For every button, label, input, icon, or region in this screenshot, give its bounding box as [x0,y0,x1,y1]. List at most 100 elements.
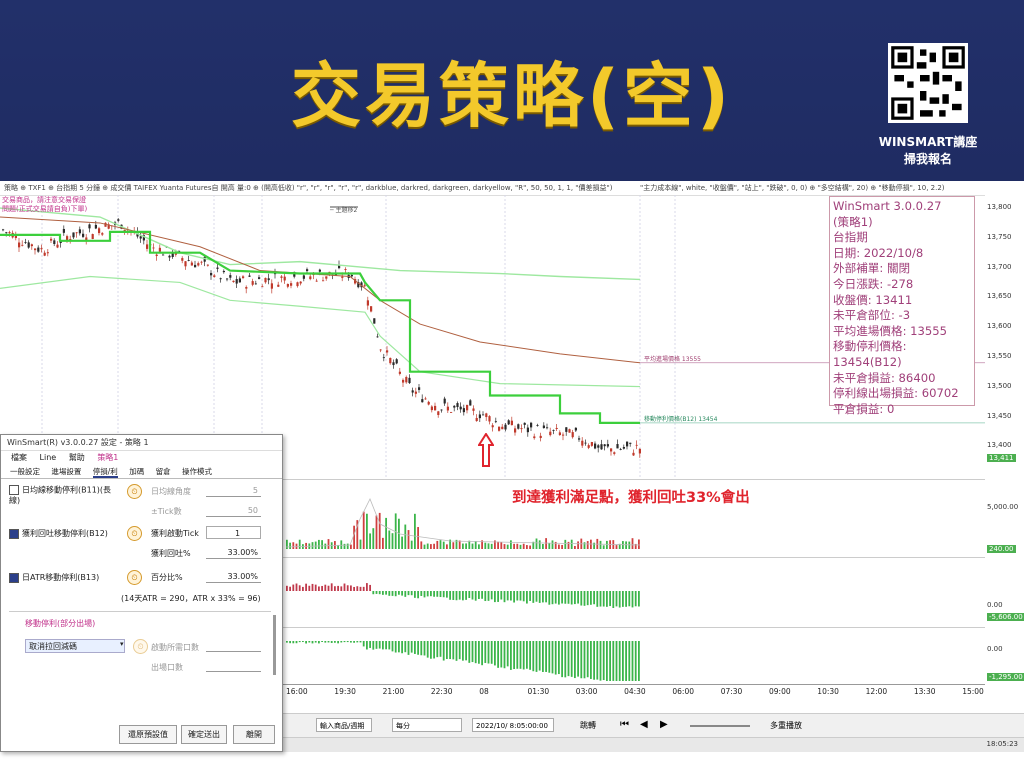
oscillator-bar [359,586,362,591]
row-b12[interactable]: 獲利回吐移動停利(B12) [9,528,108,539]
b11-tick-field[interactable]: 50 [206,504,261,517]
scrollbar-thumb[interactable] [273,615,276,675]
candle-body [88,224,91,229]
oscillator-bar [324,584,327,591]
oscillator-bar [449,591,451,600]
oscillator-bar [590,591,592,605]
row-b11[interactable]: 日均線移動停利(B11)(長線) [9,485,119,506]
menu-strategy[interactable]: 策略1 [97,453,118,462]
opt2-field[interactable] [206,659,261,672]
volume-axis: 5,000.00 240.00 [985,479,1024,555]
price-tick: 13,700 [987,262,1012,271]
jump-button[interactable]: 跳轉 [580,720,596,731]
candle-body [392,362,395,366]
oscillator-2-bar [590,641,592,679]
oscillator-bar [580,591,583,606]
reset-button[interactable]: 還原預設值 [119,725,177,744]
clock-icon[interactable]: ⏲ [127,484,142,499]
volume-bar [324,543,327,549]
time-tick: 03:00 [575,687,598,696]
volume-bar [638,539,640,549]
product-select[interactable]: 輸入商品/週期 [316,718,372,732]
time-tick: 19:30 [334,687,356,696]
oscillator-bar [327,585,330,591]
time-tick: 15:00 [962,687,984,696]
tab-add[interactable]: 加碼 [129,467,144,476]
volume-bar [286,539,288,549]
oscillator-bar [330,583,333,591]
clock-icon[interactable]: ⏲ [127,570,142,585]
oscillator-2-bar [545,641,547,672]
candle-body [459,406,462,410]
opt1-field[interactable] [206,639,261,652]
volume-bar [401,536,403,549]
volume-bar [606,540,608,549]
trading-screenshot: 策略 ⊕ TXF1 ⊕ 台指期 5 分鐘 ⊕ 成交價 TAIFEX Yuanta… [0,181,1024,769]
chart-indicator-bar[interactable]: 策略 ⊕ TXF1 ⊕ 台指期 5 分鐘 ⊕ 成交價 TAIFEX Yuanta… [0,181,985,196]
interval-select[interactable]: 每分 [392,718,462,732]
clock-icon[interactable]: ⏲ [133,639,148,654]
oscillator-bar [593,591,595,605]
tab-general[interactable]: 一般設定 [10,467,40,476]
checkbox-b12[interactable] [9,528,19,539]
b11-angle-field[interactable]: 5 [206,484,261,497]
candle-body [469,400,472,406]
datetime-field[interactable]: 2022/10/ 8:05:00:00 [472,718,554,732]
volume-bar [506,544,509,549]
oscillator-2-bar [430,641,432,659]
b13-pct-field[interactable]: 33.00% [206,570,261,583]
volume-bar [417,527,419,549]
opt2-label: 出場口數 [151,663,183,672]
checkbox-b13[interactable] [9,572,19,583]
volume-bar [378,512,381,549]
clock-icon[interactable]: ⏲ [127,526,142,541]
oscillator-bar [334,586,336,591]
oscillator-bar [538,591,541,603]
oscillator-bar [366,583,368,591]
speed-slider[interactable] [690,725,750,727]
menu-line[interactable]: Line [40,453,57,462]
rewind-icon[interactable]: ⏮ [620,719,629,730]
oscillator-2-bar [455,641,458,661]
oscillator-bar [519,591,522,601]
pullback-select[interactable]: 取消拉回減碼 [25,639,125,653]
tab-mode[interactable]: 操作模式 [182,467,212,476]
candle-body [504,424,507,430]
apply-button[interactable]: 確定送出 [181,725,227,744]
checkbox-b11[interactable] [9,485,19,495]
tab-entry[interactable]: 進場設置 [51,467,81,476]
oscillator-2-bar [353,641,355,643]
oscillator-2-bar [567,641,570,677]
oscillator-2-bar [401,641,403,654]
oscillator-bar [618,591,621,608]
prev-icon[interactable]: ◀ [640,719,648,730]
candle-body [27,242,30,248]
oscillator-bar [420,591,423,596]
close-button[interactable]: 離開 [233,725,275,744]
oscillator-2-bar [631,641,634,681]
menu-file[interactable]: 檔案 [11,453,27,462]
chevron-down-icon[interactable]: ▾ [120,640,124,648]
b12-tick-field[interactable]: 1 [206,526,261,539]
volume-bar [548,543,551,549]
volume-bar [423,544,426,549]
oscillator-2-bar [606,641,608,681]
oscillator-2-bar [305,641,307,644]
tab-stop[interactable]: 停損/利 [92,467,118,478]
candle-body [187,260,190,261]
oscillator-2-bar [638,641,640,681]
row-b13[interactable]: 日ATR移動停利(B13) [9,572,99,583]
b12-pct-field[interactable]: 33.00% [206,546,261,559]
info-line: 台指期 [833,230,868,245]
oscillator-2-bar [474,641,477,664]
oscillator-2-bar [388,641,391,650]
multi-play-button[interactable]: 多重播放 [770,720,802,731]
volume-bar [382,537,384,549]
tab-hold[interactable]: 留倉 [156,467,171,476]
menu-help[interactable]: 幫助 [69,453,85,462]
candle-body [574,427,577,431]
play-icon[interactable]: ▶ [660,719,668,730]
candle-body [21,244,24,246]
atr-note: (14天ATR = 290，ATR x 33% = 96) [121,594,261,603]
oscillator-bar [631,591,634,608]
